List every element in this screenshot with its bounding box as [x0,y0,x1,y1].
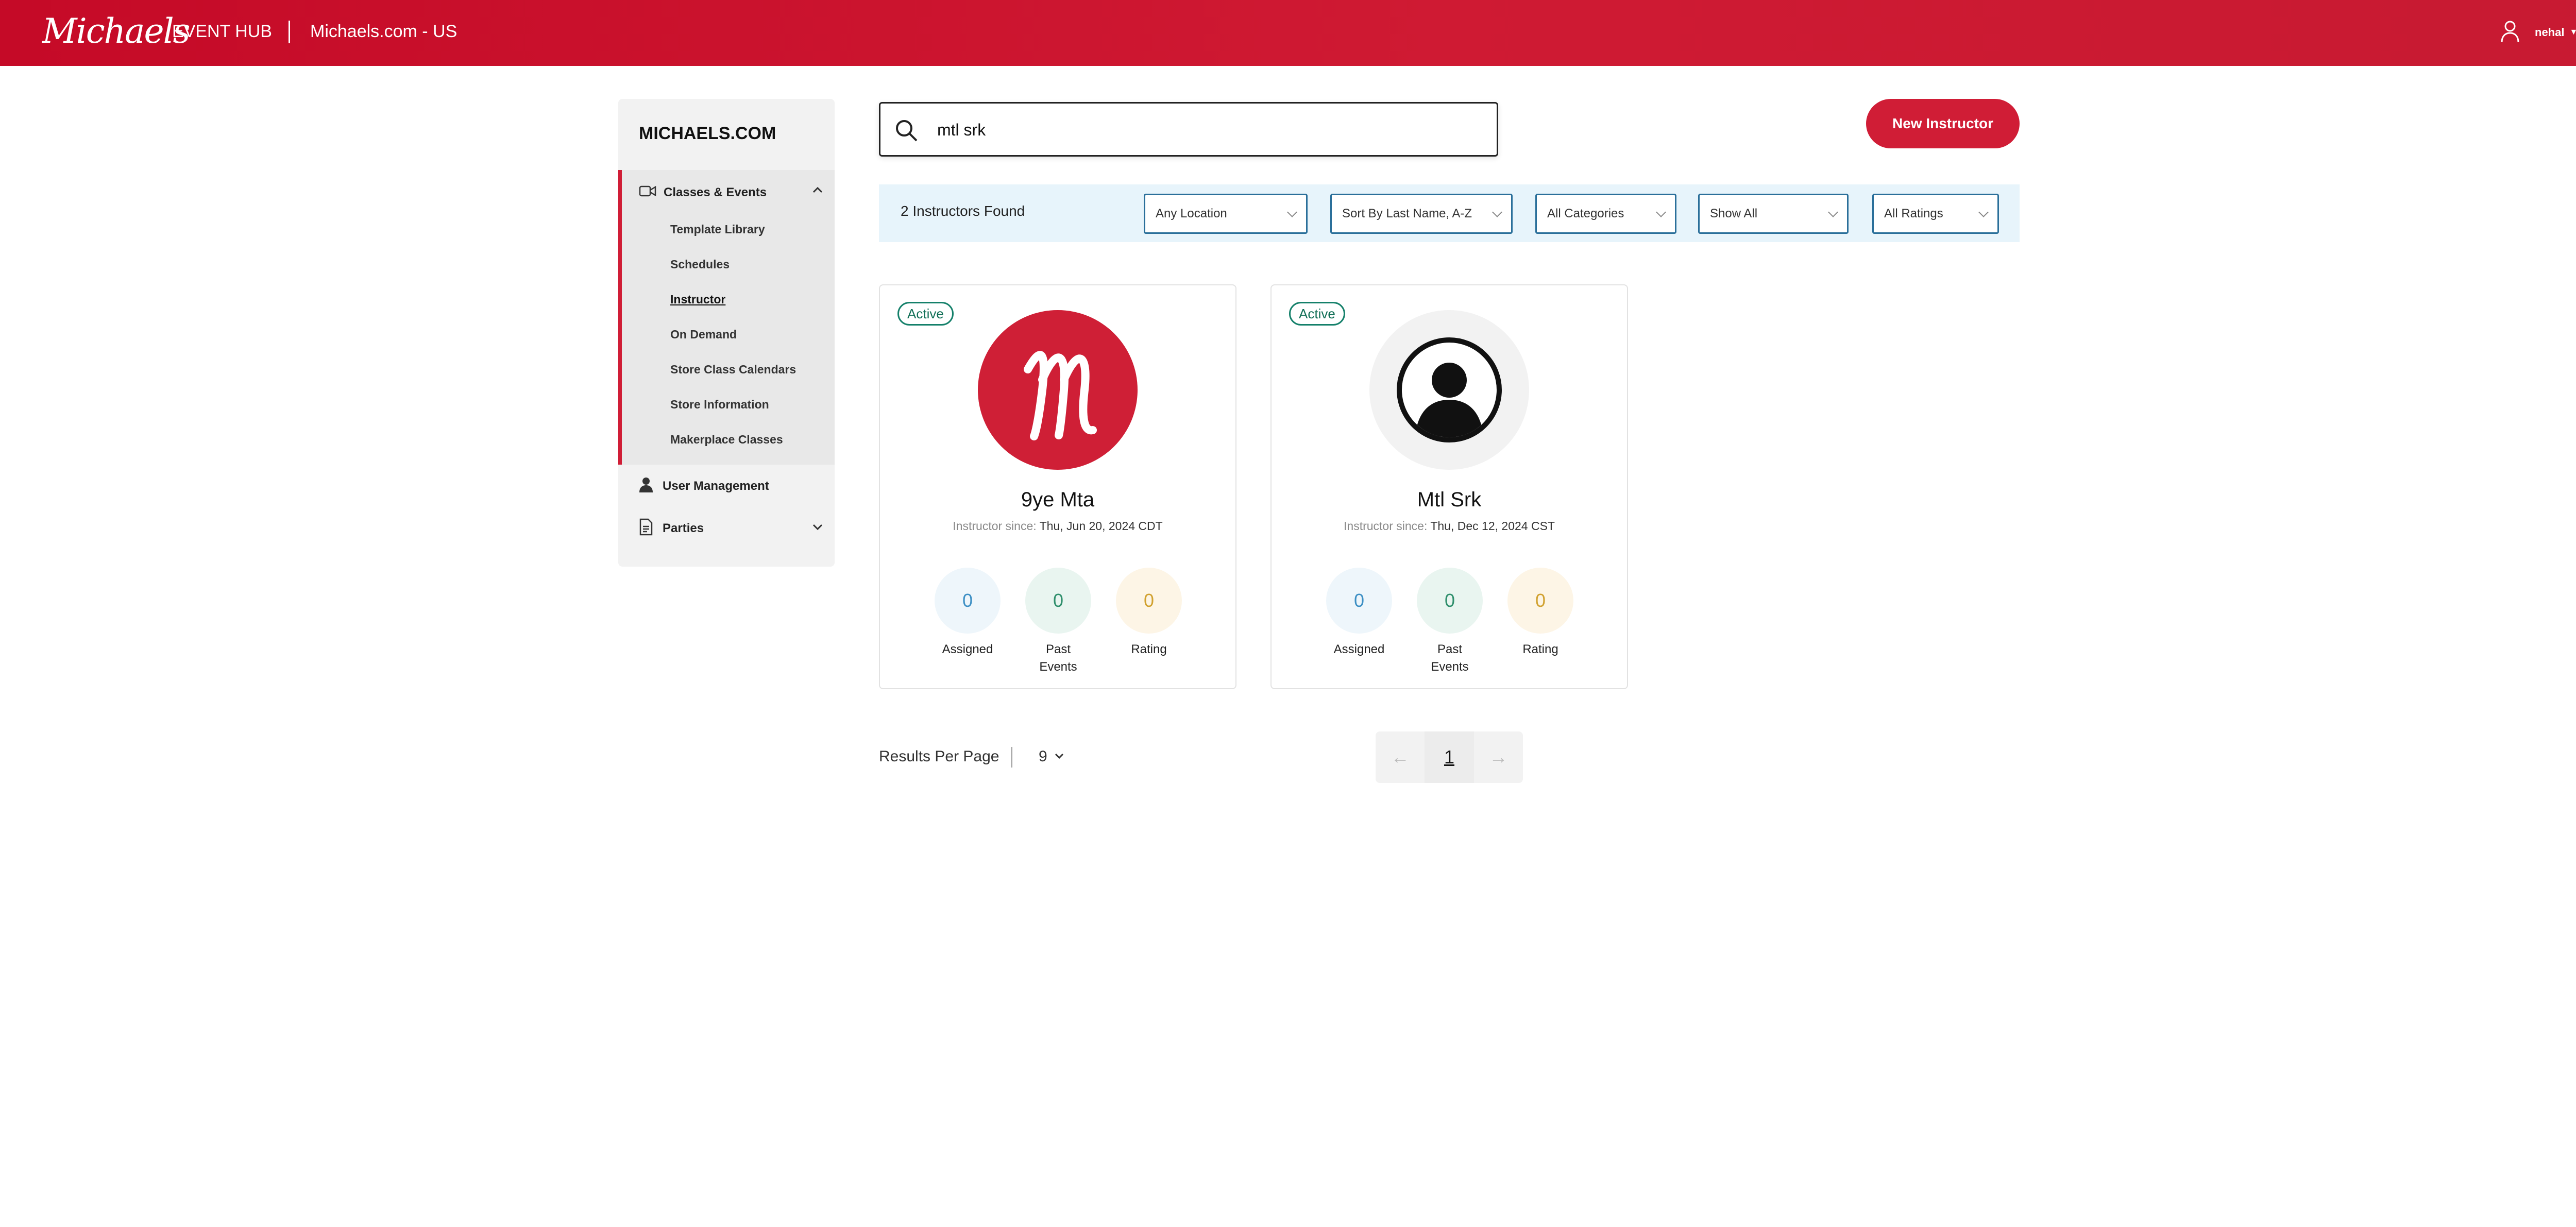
new-instructor-button[interactable]: New Instructor [1866,99,2020,148]
prev-page-button[interactable]: ← [1376,731,1425,783]
chevron-down-icon [1287,207,1297,217]
sidebar-item-parties[interactable]: Parties [639,518,824,538]
user-menu[interactable]: nehal ▼ [2500,19,2576,46]
sort-filter-value: Sort By Last Name, A-Z [1342,207,1472,220]
rating-label: Rating [1131,642,1167,656]
instructor-since-label: Instructor since: [953,519,1037,533]
rating-stat: 0 Rating [1116,568,1182,658]
chevron-up-icon[interactable] [811,183,824,199]
avatar [1369,310,1529,470]
filter-bar: 2 Instructors Found Any Location Sort By… [879,184,2020,242]
caret-down-icon: ▼ [2569,28,2576,37]
sidebar-item-user-management[interactable]: User Management [639,477,824,495]
default-user-avatar-icon [1397,337,1502,442]
chevron-down-icon [1978,207,1989,217]
sidebar-item-label: Parties [663,521,704,535]
assigned-stat: 0 Assigned [935,568,1001,658]
past-events-label: Past Events [1431,642,1469,674]
results-per-page-divider [1011,747,1012,768]
sidebar: MICHAELS.COM Classes & Events Template L… [618,99,835,567]
assigned-label: Assigned [942,642,993,656]
past-events-count: 0 [1417,568,1483,634]
status-filter-value: Show All [1710,207,1758,220]
rating-value: 0 [1116,568,1182,634]
past-events-stat: 0 Past Events [1417,568,1483,676]
past-events-stat: 0 Past Events [1025,568,1091,676]
top-header: Michaels EVENT HUB Michaels.com - US neh… [0,0,2576,66]
sidebar-item-template-library[interactable]: Template Library [670,223,765,236]
rating-label: Rating [1522,642,1558,656]
page-button-current[interactable]: 1 [1425,731,1474,783]
document-icon [639,518,653,538]
chevron-down-icon [1656,207,1666,217]
user-icon [2500,20,2520,46]
location-filter-value: Any Location [1156,207,1227,220]
sidebar-item-instructor[interactable]: Instructor [670,293,725,306]
past-events-count: 0 [1025,568,1091,634]
rating-stat: 0 Rating [1507,568,1573,658]
results-count: 2 Instructors Found [901,203,1025,219]
instructor-search [879,102,1498,157]
rating-value: 0 [1507,568,1573,634]
sidebar-item-store-class-calendars[interactable]: Store Class Calendars [670,363,796,377]
results-per-page-value: 9 [1039,748,1047,765]
results-per-page-select[interactable]: 9 [1039,748,1065,765]
michaels-m-logo-icon [1024,351,1097,440]
results-per-page-label: Results Per Page [879,748,999,765]
assigned-count: 0 [935,568,1001,634]
assigned-count: 0 [1326,568,1392,634]
header-divider [289,21,290,43]
past-events-label: Past Events [1039,642,1077,674]
rating-filter-value: All Ratings [1884,207,1943,220]
status-badge: Active [1289,302,1345,326]
sidebar-item-label: User Management [663,479,769,493]
location-filter[interactable]: Any Location [1144,194,1308,234]
site-selector[interactable]: Michaels.com - US [310,22,457,42]
sidebar-item-classes-events[interactable]: Classes & Events [639,184,824,200]
instructor-since-date: Thu, Dec 12, 2024 CST [1430,519,1555,533]
sidebar-group-classes-events: Classes & Events Template Library Schedu… [618,170,835,465]
instructor-card[interactable]: Active Mtl Srk Instructor since: Thu, De… [1270,284,1628,689]
rating-filter[interactable]: All Ratings [1872,194,1999,234]
event-hub-title: EVENT HUB [172,22,272,41]
chevron-down-icon [1828,207,1838,217]
status-filter[interactable]: Show All [1698,194,1849,234]
assigned-label: Assigned [1333,642,1385,656]
sidebar-title: MICHAELS.COM [639,124,776,143]
user-name: nehal [2535,26,2565,39]
avatar [978,310,1138,470]
status-badge: Active [897,302,954,326]
sidebar-item-on-demand[interactable]: On Demand [670,328,737,342]
michaels-logo[interactable]: Michaels [42,11,191,51]
instructor-since-date: Thu, Jun 20, 2024 CDT [1039,519,1163,533]
sidebar-item-schedules[interactable]: Schedules [670,258,730,271]
instructor-name: 9ye Mta [1021,488,1095,511]
sort-filter[interactable]: Sort By Last Name, A-Z [1330,194,1513,234]
instructor-since: Instructor since: Thu, Dec 12, 2024 CST [1272,519,1627,533]
person-icon [639,477,653,495]
video-camera-icon [639,184,656,200]
chevron-down-icon [1054,748,1065,765]
instructor-card[interactable]: Active 9ye Mta Instructor since: Thu, Ju… [879,284,1236,689]
category-filter[interactable]: All Categories [1535,194,1676,234]
search-input[interactable] [937,114,1483,146]
pagination: ← 1 → [1376,731,1523,783]
instructor-name: Mtl Srk [1417,488,1482,511]
next-page-button[interactable]: → [1474,731,1523,783]
instructor-since: Instructor since: Thu, Jun 20, 2024 CDT [880,519,1235,533]
assigned-stat: 0 Assigned [1326,568,1392,658]
chevron-down-icon[interactable] [811,520,824,536]
sidebar-item-store-information[interactable]: Store Information [670,398,769,412]
instructor-since-label: Instructor since: [1344,519,1428,533]
chevron-down-icon [1492,207,1502,217]
sidebar-item-makerplace-classes[interactable]: Makerplace Classes [670,433,783,447]
sidebar-item-label: Classes & Events [664,185,767,199]
category-filter-value: All Categories [1547,207,1624,220]
